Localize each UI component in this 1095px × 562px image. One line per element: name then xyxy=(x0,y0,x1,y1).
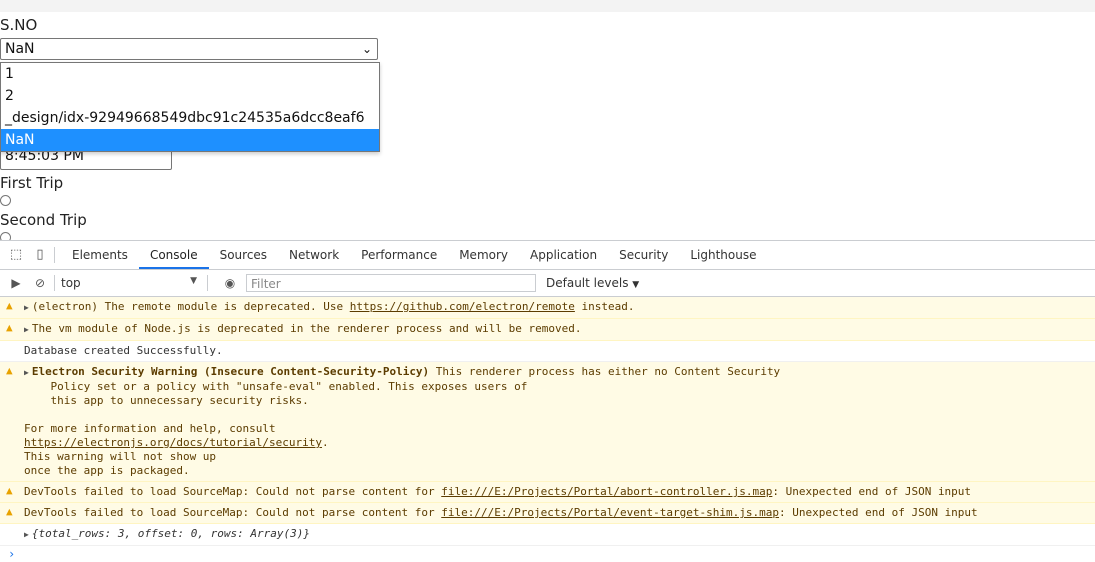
expand-triangle-icon[interactable]: ▶ xyxy=(24,368,29,377)
warning-icon: ▲ xyxy=(6,299,13,312)
divider xyxy=(54,275,55,291)
devtools-tab-bar: ⬚ ▯ Elements Console Sources Network Per… xyxy=(0,241,1095,270)
message-suffix: : Unexpected end of JSON input xyxy=(772,485,972,498)
console-warning-row[interactable]: ▲ ▶ (electron) The remote module is deprec… xyxy=(0,297,1095,319)
console-filter-input[interactable]: Filter xyxy=(246,274,536,292)
tab-elements[interactable]: Elements xyxy=(61,241,139,269)
divider xyxy=(54,247,55,263)
console-warning-row[interactable]: ▲ DevTools failed to load SourceMap: Coul… xyxy=(0,503,1095,524)
first-trip-label: First Trip xyxy=(0,174,64,192)
log-levels-dropdown[interactable]: Default levels ▼ xyxy=(546,276,639,290)
tab-console[interactable]: Console xyxy=(138,241,209,269)
console-log-row[interactable]: ▶ {total_rows: 3, offset: 0, rows: Array(… xyxy=(0,524,1095,546)
dropdown-option[interactable]: _design/idx-92949668549dbc91c24535a6dcc8… xyxy=(1,107,379,129)
message-text: DevTools failed to load SourceMap: Could… xyxy=(24,485,442,498)
dropdown-option-selected[interactable]: NaN xyxy=(1,129,379,151)
message-link[interactable]: file:///E:/Projects/Portal/event-target-… xyxy=(441,506,779,519)
warning-icon: ▲ xyxy=(6,484,13,497)
message-text: DevTools failed to load SourceMap: Could… xyxy=(24,506,442,519)
device-toolbar-icon[interactable]: ▯ xyxy=(32,247,48,263)
tab-performance[interactable]: Performance xyxy=(350,241,448,269)
console-prompt[interactable]: › xyxy=(0,546,1095,562)
expand-triangle-icon[interactable]: ▶ xyxy=(24,303,29,312)
sno-select[interactable]: NaN ⌄ xyxy=(0,38,378,60)
sno-dropdown-list: 1 2 _design/idx-92949668549dbc91c24535a6… xyxy=(0,62,380,152)
message-link[interactable]: https://github.com/electron/remote xyxy=(350,300,575,313)
second-trip-label: Second Trip xyxy=(0,211,87,229)
expand-triangle-icon[interactable]: ▶ xyxy=(24,325,29,334)
second-trip-radio[interactable] xyxy=(0,232,11,240)
context-value: top xyxy=(61,276,81,290)
app-content: S.NO NaN ⌄ 1 2 _design/idx-92949668549db… xyxy=(0,12,1095,240)
message-text: (electron) The remote module is deprecat… xyxy=(31,300,350,313)
message-bold-text: Electron Security Warning (Insecure Cont… xyxy=(31,365,430,378)
console-warning-row[interactable]: ▲ ▶ The vm module of Node.js is deprecated… xyxy=(0,319,1095,341)
sidebar-toggle-icon[interactable]: ▶ xyxy=(8,275,24,291)
message-suffix: : Unexpected end of JSON input xyxy=(779,506,978,519)
sno-label: S.NO xyxy=(0,16,38,34)
tab-sources[interactable]: Sources xyxy=(209,241,278,269)
tab-security[interactable]: Security xyxy=(608,241,679,269)
divider xyxy=(207,275,208,291)
warning-icon: ▲ xyxy=(6,321,13,334)
message-suffix: instead. xyxy=(574,300,635,313)
message-object: {total_rows: 3, offset: 0, rows: Array(3… xyxy=(31,527,310,540)
dropdown-triangle-icon: ▼ xyxy=(632,280,640,290)
dropdown-option[interactable]: 2 xyxy=(1,85,379,107)
window-top-bar xyxy=(0,0,1095,12)
tab-application[interactable]: Application xyxy=(519,241,608,269)
message-link[interactable]: file:///E:/Projects/Portal/abort-control… xyxy=(441,485,772,498)
console-messages: ▲ ▶ (electron) The remote module is deprec… xyxy=(0,297,1095,562)
chevron-down-icon: ⌄ xyxy=(361,42,372,56)
log-levels-label: Default levels xyxy=(546,276,629,290)
warning-icon: ▲ xyxy=(6,505,13,518)
clear-console-icon[interactable]: ⊘ xyxy=(32,275,48,291)
devtools-panel: ⬚ ▯ Elements Console Sources Network Per… xyxy=(0,240,1095,561)
message-text: The vm module of Node.js is deprecated i… xyxy=(31,322,582,335)
dropdown-triangle-icon: ▼ xyxy=(190,276,197,286)
tab-memory[interactable]: Memory xyxy=(448,241,519,269)
console-toolbar: ▶ ⊘ top ▼ ◉ Filter Default levels ▼ xyxy=(0,270,1095,297)
eye-icon[interactable]: ◉ xyxy=(222,275,238,291)
message-link[interactable]: https://electronjs.org/docs/tutorial/sec… xyxy=(24,436,322,449)
warning-icon: ▲ xyxy=(6,364,13,377)
tab-network[interactable]: Network xyxy=(278,241,350,269)
dropdown-option[interactable]: 1 xyxy=(1,63,379,85)
tab-lighthouse[interactable]: Lighthouse xyxy=(679,241,767,269)
console-log-row[interactable]: Database created Successfully. xyxy=(0,341,1095,362)
prompt-chevron-icon: › xyxy=(8,547,16,561)
console-warning-row[interactable]: ▲ ▶ Electron Security Warning (Insecure Co… xyxy=(0,362,1095,482)
expand-triangle-icon[interactable]: ▶ xyxy=(24,530,29,539)
first-trip-radio[interactable] xyxy=(0,195,11,206)
console-warning-row[interactable]: ▲ DevTools failed to load SourceMap: Coul… xyxy=(0,482,1095,503)
inspect-element-icon[interactable]: ⬚ xyxy=(8,247,24,263)
sno-select-value: NaN xyxy=(5,41,35,57)
context-selector[interactable]: top ▼ xyxy=(61,276,201,290)
message-text: Database created Successfully. xyxy=(24,344,223,357)
